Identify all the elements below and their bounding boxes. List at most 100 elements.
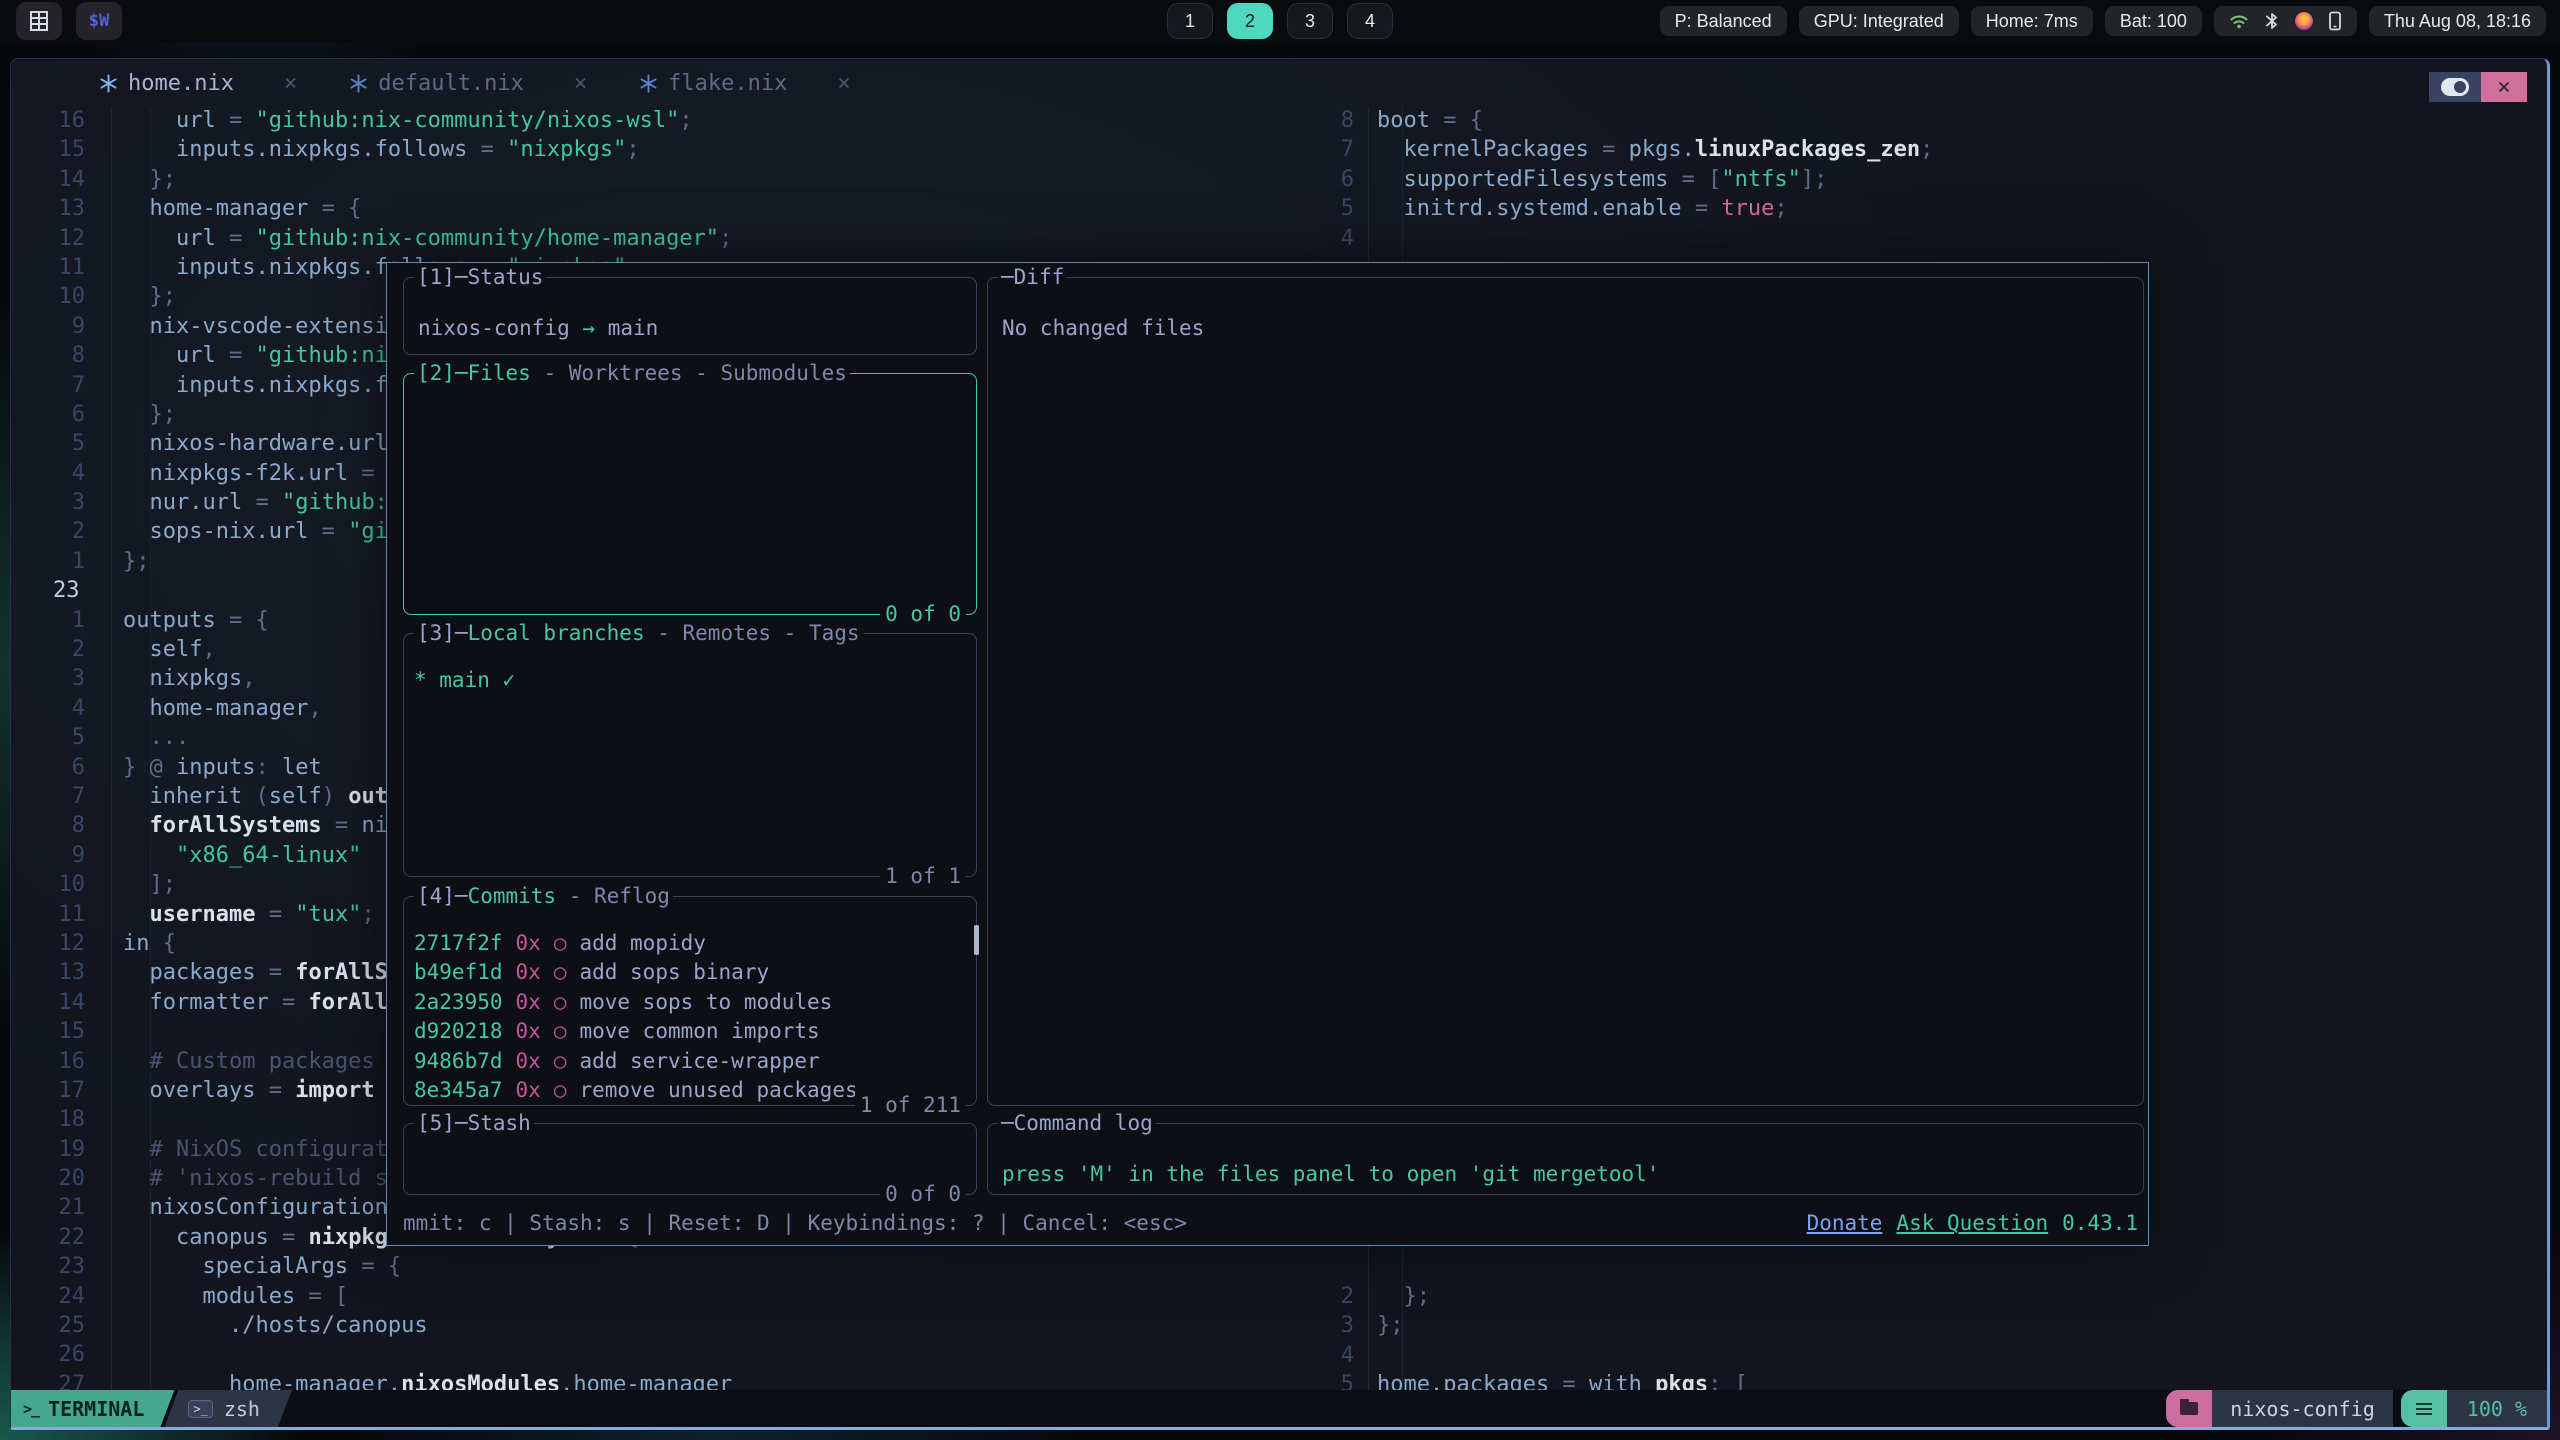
lazygit-branches-panel[interactable]: [3]─Local branches - Remotes - Tags * ma… (403, 633, 977, 877)
bluetooth-icon[interactable] (2264, 11, 2280, 31)
tab-home-nix[interactable]: home.nix× (73, 59, 323, 107)
panel-title: [4]─Commits - Reflog (414, 883, 673, 909)
window-controls: × (2429, 72, 2527, 102)
tab-close-icon[interactable]: × (574, 71, 587, 96)
commit-message: move common imports (579, 1019, 819, 1043)
commit-item[interactable]: 2a239500x○move sops to modules (414, 988, 968, 1017)
scrollbar-thumb[interactable] (974, 925, 979, 955)
code-line[interactable]: 16 url = "github:nix-community/nixos-wsl… (11, 108, 1311, 137)
code-line[interactable]: 12 url = "github:nix-community/home-mana… (11, 226, 1311, 255)
code-line[interactable]: 24 modules = [ (11, 1284, 1311, 1313)
donate-link[interactable]: Donate (1807, 1211, 1883, 1235)
line-number: 19 (51, 1137, 85, 1166)
panel-title: [2]─Files - Worktrees - Submodules (414, 360, 850, 386)
code-line[interactable]: 25 ./hosts/canopus (11, 1313, 1311, 1342)
code-text: }; (123, 549, 150, 578)
workspace-button-1[interactable]: 1 (1167, 3, 1213, 39)
code-line[interactable]: 4 (1318, 226, 2538, 255)
tab-flake-nix[interactable]: flake.nix× (613, 59, 876, 107)
code-text: initrd.systemd.enable = true; (1377, 196, 1788, 225)
branch-item[interactable]: * main ✓ (414, 668, 515, 692)
line-number: 9 (51, 314, 85, 343)
arrow-icon: → (582, 316, 595, 340)
line-number: 15 (51, 1019, 85, 1048)
code-line[interactable]: 4 (1318, 1343, 2538, 1372)
code-line[interactable]: 6 supportedFilesystems = ["ntfs"]; (1318, 167, 2538, 196)
commit-item[interactable]: b49ef1d0x○add sops binary (414, 958, 968, 987)
clock[interactable]: Thu Aug 08, 18:16 (2369, 6, 2546, 36)
line-number: 8 (1336, 108, 1354, 137)
commit-author: 0x (516, 931, 541, 955)
code-text: } @ inputs: let (123, 755, 322, 784)
line-number: 3 (1336, 1313, 1354, 1342)
terminal-mode-icon: >_ (23, 1400, 39, 1418)
app-grid-icon[interactable] (16, 2, 62, 40)
line-number: 2 (51, 519, 85, 548)
battery-pill: Bat: 100 (2105, 6, 2202, 36)
line-number: 5 (1336, 1372, 1354, 1390)
code-line[interactable]: 13 home-manager = { (11, 196, 1311, 225)
lazygit-stash-panel[interactable]: [5]─Stash 0 of 0 (403, 1123, 977, 1195)
commit-hash: 8e345a7 (414, 1078, 503, 1102)
line-number: 6 (51, 402, 85, 431)
list-icon (2416, 1403, 2432, 1405)
line-number: 7 (51, 784, 85, 813)
code-text: }; (1377, 1313, 1404, 1342)
tabs: home.nix×default.nix×flake.nix× (11, 59, 2547, 107)
lazygit-commits-panel[interactable]: [4]─Commits - Reflog 2717f2f0x○add mopid… (403, 896, 977, 1106)
code-line[interactable]: 5home.packages = with pkgs; [ (1318, 1372, 2538, 1390)
line-number: 12 (51, 226, 85, 255)
code-text: in { (123, 931, 176, 960)
commit-item[interactable]: 9486b7d0x○add service-wrapper (414, 1047, 968, 1076)
commit-hash: d920218 (414, 1019, 503, 1043)
line-number: 10 (51, 284, 85, 313)
code-line[interactable]: 8boot = { (1318, 108, 2538, 137)
commit-item[interactable]: 2717f2f0x○add mopidy (414, 929, 968, 958)
lazygit-status-panel[interactable]: [1]─Status nixos-config → main (403, 277, 977, 355)
commit-bullet-icon: ○ (554, 1019, 567, 1043)
phone-icon[interactable] (2328, 11, 2342, 31)
workspace-button-4[interactable]: 4 (1347, 3, 1393, 39)
wezterm-icon[interactable]: $W (76, 2, 122, 40)
code-text: # Custom packages (123, 1049, 375, 1078)
code-line[interactable]: 15 inputs.nixpkgs.follows = "nixpkgs"; (11, 137, 1311, 166)
wifi-icon[interactable] (2229, 11, 2249, 31)
system-tray (2214, 6, 2357, 36)
commit-bullet-icon: ○ (554, 1049, 567, 1073)
lazygit-command-log-panel[interactable]: ─Command log press 'M' in the files pane… (987, 1123, 2144, 1195)
ask-question-link[interactable]: Ask Question (1896, 1211, 2048, 1235)
status-line: nixos-config → main (418, 316, 658, 340)
code-line[interactable]: 7 kernelPackages = pkgs.linuxPackages_ze… (1318, 137, 2538, 166)
grid-glyph-icon (30, 11, 48, 31)
window-close-button[interactable]: × (2481, 72, 2527, 102)
lazygit-files-panel[interactable]: [2]─Files - Worktrees - Submodules 0 of … (403, 373, 977, 615)
workspace-button-2[interactable]: 2 (1227, 3, 1273, 39)
tab-close-icon[interactable]: × (837, 71, 850, 96)
code-line[interactable]: 27 home-manager.nixosModules.home-manage… (11, 1372, 1311, 1390)
lazygit-diff-panel[interactable]: ─Diff No changed files (987, 277, 2144, 1106)
code-line[interactable]: 5 initrd.systemd.enable = true; (1318, 196, 2538, 225)
shell-tab[interactable]: >_ zsh (164, 1390, 292, 1427)
commit-author: 0x (516, 990, 541, 1014)
lazygit-version: 0.43.1 (2062, 1211, 2138, 1235)
code-line[interactable]: 3}; (1318, 1313, 2538, 1342)
code-text: home-manager.nixosModules.home-manager (123, 1372, 732, 1390)
workspace-button-3[interactable]: 3 (1287, 3, 1333, 39)
latency-pill: Home: 7ms (1971, 6, 2093, 36)
line-number: 24 (51, 1284, 85, 1313)
code-text: outputs = { (123, 608, 269, 637)
tab-close-icon[interactable]: × (284, 71, 297, 96)
code-text: }; (123, 284, 176, 313)
code-line[interactable]: 2 }; (1318, 1284, 2538, 1313)
commit-message: add sops binary (579, 960, 769, 984)
commit-item[interactable]: d9202180x○move common imports (414, 1017, 968, 1046)
code-line[interactable]: 23 specialArgs = { (11, 1254, 1311, 1283)
hotspot-icon[interactable] (2295, 12, 2313, 30)
code-text: url = "github:nix-community/nixos-wsl"; (123, 108, 693, 137)
line-number: 6 (51, 755, 85, 784)
pin-toggle[interactable] (2429, 72, 2481, 102)
code-line[interactable]: 26 (11, 1342, 1311, 1371)
code-line[interactable]: 14 }; (11, 167, 1311, 196)
panel-title: [5]─Stash (414, 1110, 534, 1136)
tab-default-nix[interactable]: default.nix× (323, 59, 613, 107)
